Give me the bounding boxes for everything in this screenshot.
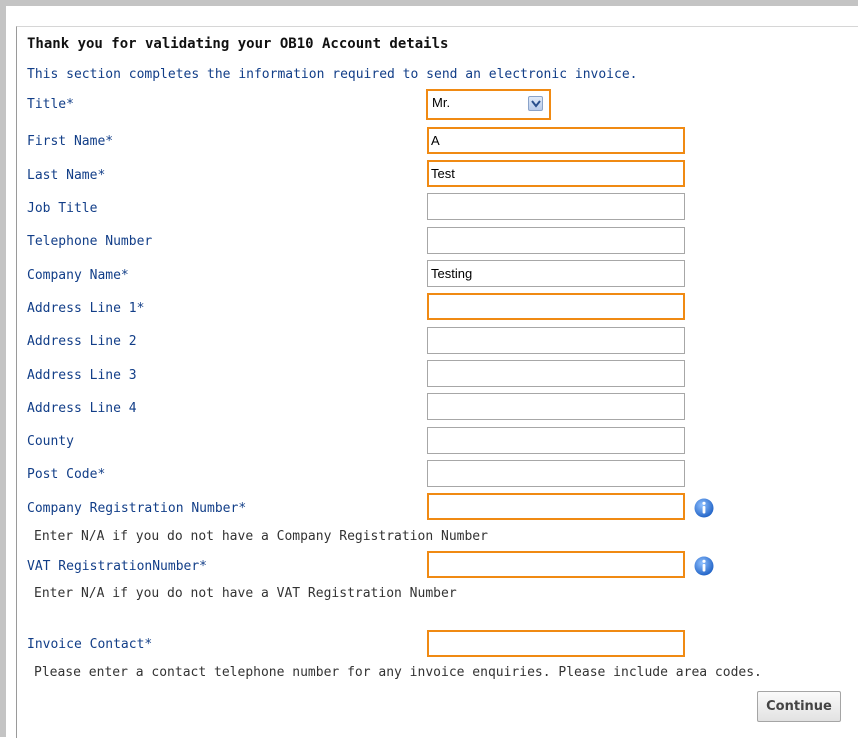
address-line-3-label: Address Line 3 [27, 368, 137, 383]
company-reg-hint: Enter N/A if you do not have a Company R… [34, 529, 488, 544]
first-name-label: First Name* [27, 134, 114, 149]
address-line-3-field[interactable] [427, 360, 685, 387]
invoice-contact-field[interactable] [427, 630, 685, 657]
invoice-contact-label: Invoice Contact* [27, 637, 153, 652]
last-name-field[interactable]: Test [427, 160, 685, 187]
post-code-field[interactable] [427, 460, 685, 487]
vat-reg-hint: Enter N/A if you do not have a VAT Regis… [34, 586, 457, 601]
form-heading: Thank you for validating your OB10 Accou… [27, 36, 449, 52]
address-line-1-field[interactable] [427, 293, 685, 320]
address-line-4-label: Address Line 4 [27, 401, 137, 416]
job-title-field[interactable] [427, 193, 685, 220]
company-name-label: Company Name* [27, 268, 129, 283]
form-intro: This section completes the information r… [27, 67, 638, 82]
county-field[interactable] [427, 427, 685, 454]
company-reg-label: Company Registration Number* [27, 501, 247, 516]
post-code-label: Post Code* [27, 467, 106, 482]
address-line-2-field[interactable] [427, 327, 685, 354]
info-icon[interactable] [694, 498, 714, 518]
chevron-down-icon[interactable] [528, 96, 543, 111]
vat-reg-field[interactable] [427, 551, 685, 578]
company-name-field[interactable]: Testing [427, 260, 685, 287]
title-select[interactable]: Mr. [426, 89, 551, 120]
job-title-label: Job Title [27, 201, 98, 216]
first-name-field[interactable]: A [427, 127, 685, 154]
telephone-field[interactable] [427, 227, 685, 254]
county-label: County [27, 434, 74, 449]
vat-reg-label: VAT RegistrationNumber* [27, 559, 208, 574]
telephone-label: Telephone Number [27, 234, 153, 249]
title-select-value: Mr. [432, 95, 451, 110]
address-line-2-label: Address Line 2 [27, 334, 137, 349]
company-reg-field[interactable] [427, 493, 685, 520]
invoice-contact-hint: Please enter a contact telephone number … [34, 665, 762, 680]
address-line-1-label: Address Line 1* [27, 301, 145, 316]
last-name-label: Last Name* [27, 168, 106, 183]
continue-button[interactable]: Continue [757, 691, 841, 722]
info-icon[interactable] [694, 556, 714, 576]
address-line-4-field[interactable] [427, 393, 685, 420]
title-label: Title* [27, 97, 74, 112]
